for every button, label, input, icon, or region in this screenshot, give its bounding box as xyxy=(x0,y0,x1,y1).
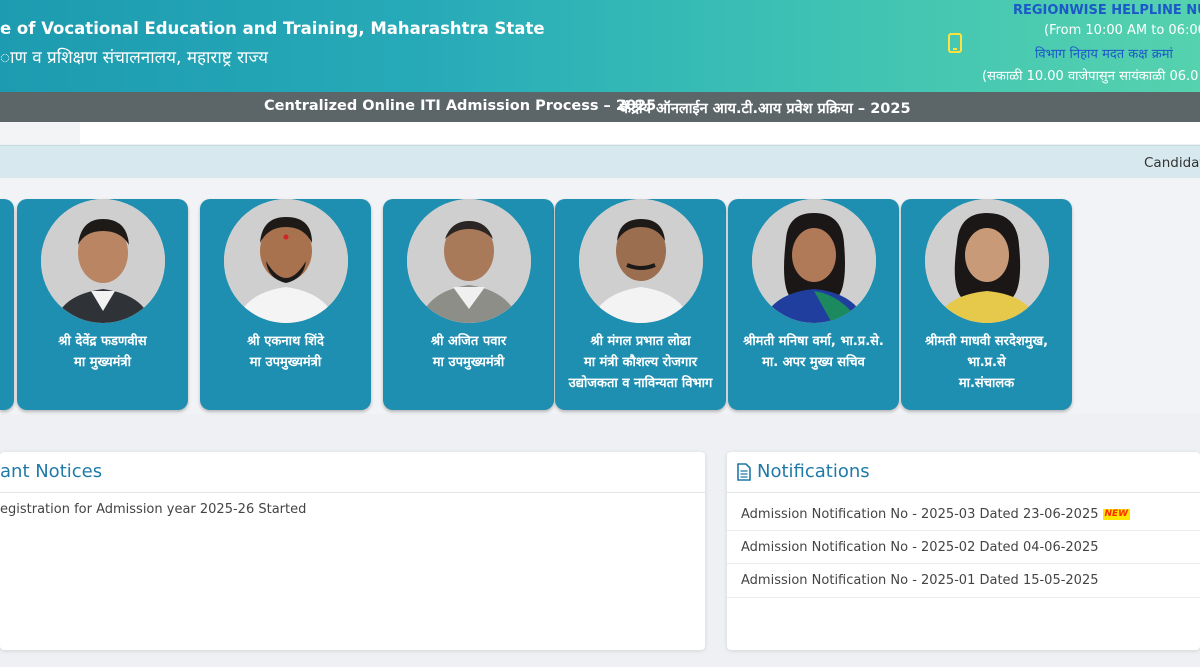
dignitary-photo xyxy=(406,199,531,323)
divider xyxy=(727,597,1200,598)
site-header: e of Vocational Education and Training, … xyxy=(0,0,1200,92)
dignitary-card: श्री देवेंद्र फडणवीस मा मुख्यमंत्री xyxy=(17,199,188,410)
dignitary-card: श्री एकनाथ शिंदे मा उपमुख्यमंत्री xyxy=(200,199,371,410)
notifications-title: Notifications xyxy=(757,461,870,482)
dignitary-name: श्रीमती मनिषा वर्मा, भा.प्र.से. xyxy=(743,334,884,349)
header-title-english: e of Vocational Education and Training, … xyxy=(0,19,545,38)
dignitary-card: श्री अजित पवार मा उपमुख्यमंत्री xyxy=(383,199,554,410)
menu-strip xyxy=(80,122,1200,144)
header-title-marathi: ाण व प्रशिक्षण संचालनालय, महाराष्ट्र राज… xyxy=(0,48,269,68)
menu-strip-left xyxy=(0,122,80,144)
dignitary-name: श्री मंगल प्रभात लोढा xyxy=(590,334,691,349)
notice-item[interactable]: egistration for Admission year 2025-26 S… xyxy=(0,502,306,517)
important-notices-title: ant Notices xyxy=(0,461,103,482)
dignitary-card: श्रीमती माधवी सरदेशमुख, भा.प्र.से मा.संच… xyxy=(901,199,1072,410)
divider xyxy=(727,530,1200,531)
dignitary-card: श्री मंगल प्रभात लोढा मा मंत्री कौशल्य र… xyxy=(555,199,726,410)
dignitary-name: श्रीमती माधवी सरदेशमुख, xyxy=(924,334,1049,349)
notification-link[interactable]: Admission Notification No - 2025-03 Date… xyxy=(741,507,1099,522)
dignitary-designation-extra: उद्योजकता व नाविन्यता विभाग xyxy=(568,376,713,391)
process-title-english: Centralized Online ITI Admission Process… xyxy=(264,98,657,114)
dignitary-designation: मा मंत्री कौशल्य रोजगार xyxy=(583,355,698,370)
helpline-title-marathi[interactable]: विभाग निहाय मदत कक्ष क्रमां xyxy=(1035,44,1173,62)
dignitary-card-partial xyxy=(0,199,14,410)
dignitary-name: श्री एकनाथ शिंदे xyxy=(247,334,324,349)
process-title-bar: Centralized Online ITI Admission Process… xyxy=(0,92,1200,122)
document-icon xyxy=(737,463,751,481)
dignitary-photo xyxy=(924,199,1049,323)
dignitary-designation: मा. अपर मुख्य सचिव xyxy=(762,355,865,370)
dignitary-name: श्री देवेंद्र फडणवीस xyxy=(58,334,147,349)
process-title-marathi: केंद्रीय ऑनलाईन आय.टी.आय प्रवेश प्रक्रिय… xyxy=(620,101,911,117)
helpline-title: REGIONWISE HELPLINE NUM xyxy=(1013,3,1200,18)
dignitary-card: श्रीमती मनिषा वर्मा, भा.प्र.से. मा. अपर … xyxy=(728,199,899,410)
dignitary-designation: मा उपमुख्यमंत्री xyxy=(432,355,505,370)
helpline-hours-marathi: (सकाळी 10.00 वाजेपासुन सायंकाळी 06.0 xyxy=(982,69,1199,84)
notifications-panel: Notifications Admission Notification No … xyxy=(727,452,1200,650)
notification-item[interactable]: Admission Notification No - 2025-02 Date… xyxy=(741,540,1099,555)
navigation-bar: Candidat xyxy=(0,145,1200,179)
important-notices-panel: ant Notices egistration for Admission ye… xyxy=(0,452,705,650)
divider xyxy=(0,492,705,493)
divider xyxy=(727,492,1200,493)
dignitary-name: श्री अजित पवार xyxy=(430,334,507,349)
dignitary-designation: मा मुख्यमंत्री xyxy=(74,355,131,370)
dignitary-photo xyxy=(40,199,165,323)
divider xyxy=(727,563,1200,564)
phone-icon xyxy=(948,33,962,53)
dignitary-photo xyxy=(578,199,703,323)
dignitary-photo xyxy=(223,199,348,323)
notification-item[interactable]: Admission Notification No - 2025-01 Date… xyxy=(741,573,1099,588)
dignitary-photo xyxy=(751,199,876,323)
dignitary-designation: भा.प्र.से xyxy=(967,355,1006,370)
helpline-hours-english: (From 10:00 AM to 06:00 F xyxy=(1044,23,1200,38)
candidate-login-link[interactable]: Candidat xyxy=(1144,155,1200,171)
new-badge: NEW xyxy=(1102,509,1131,520)
dignitary-designation: मा उपमुख्यमंत्री xyxy=(249,355,322,370)
dignitary-designation-extra: मा.संचालक xyxy=(958,376,1015,391)
notification-item[interactable]: Admission Notification No - 2025-03 Date… xyxy=(741,507,1131,522)
